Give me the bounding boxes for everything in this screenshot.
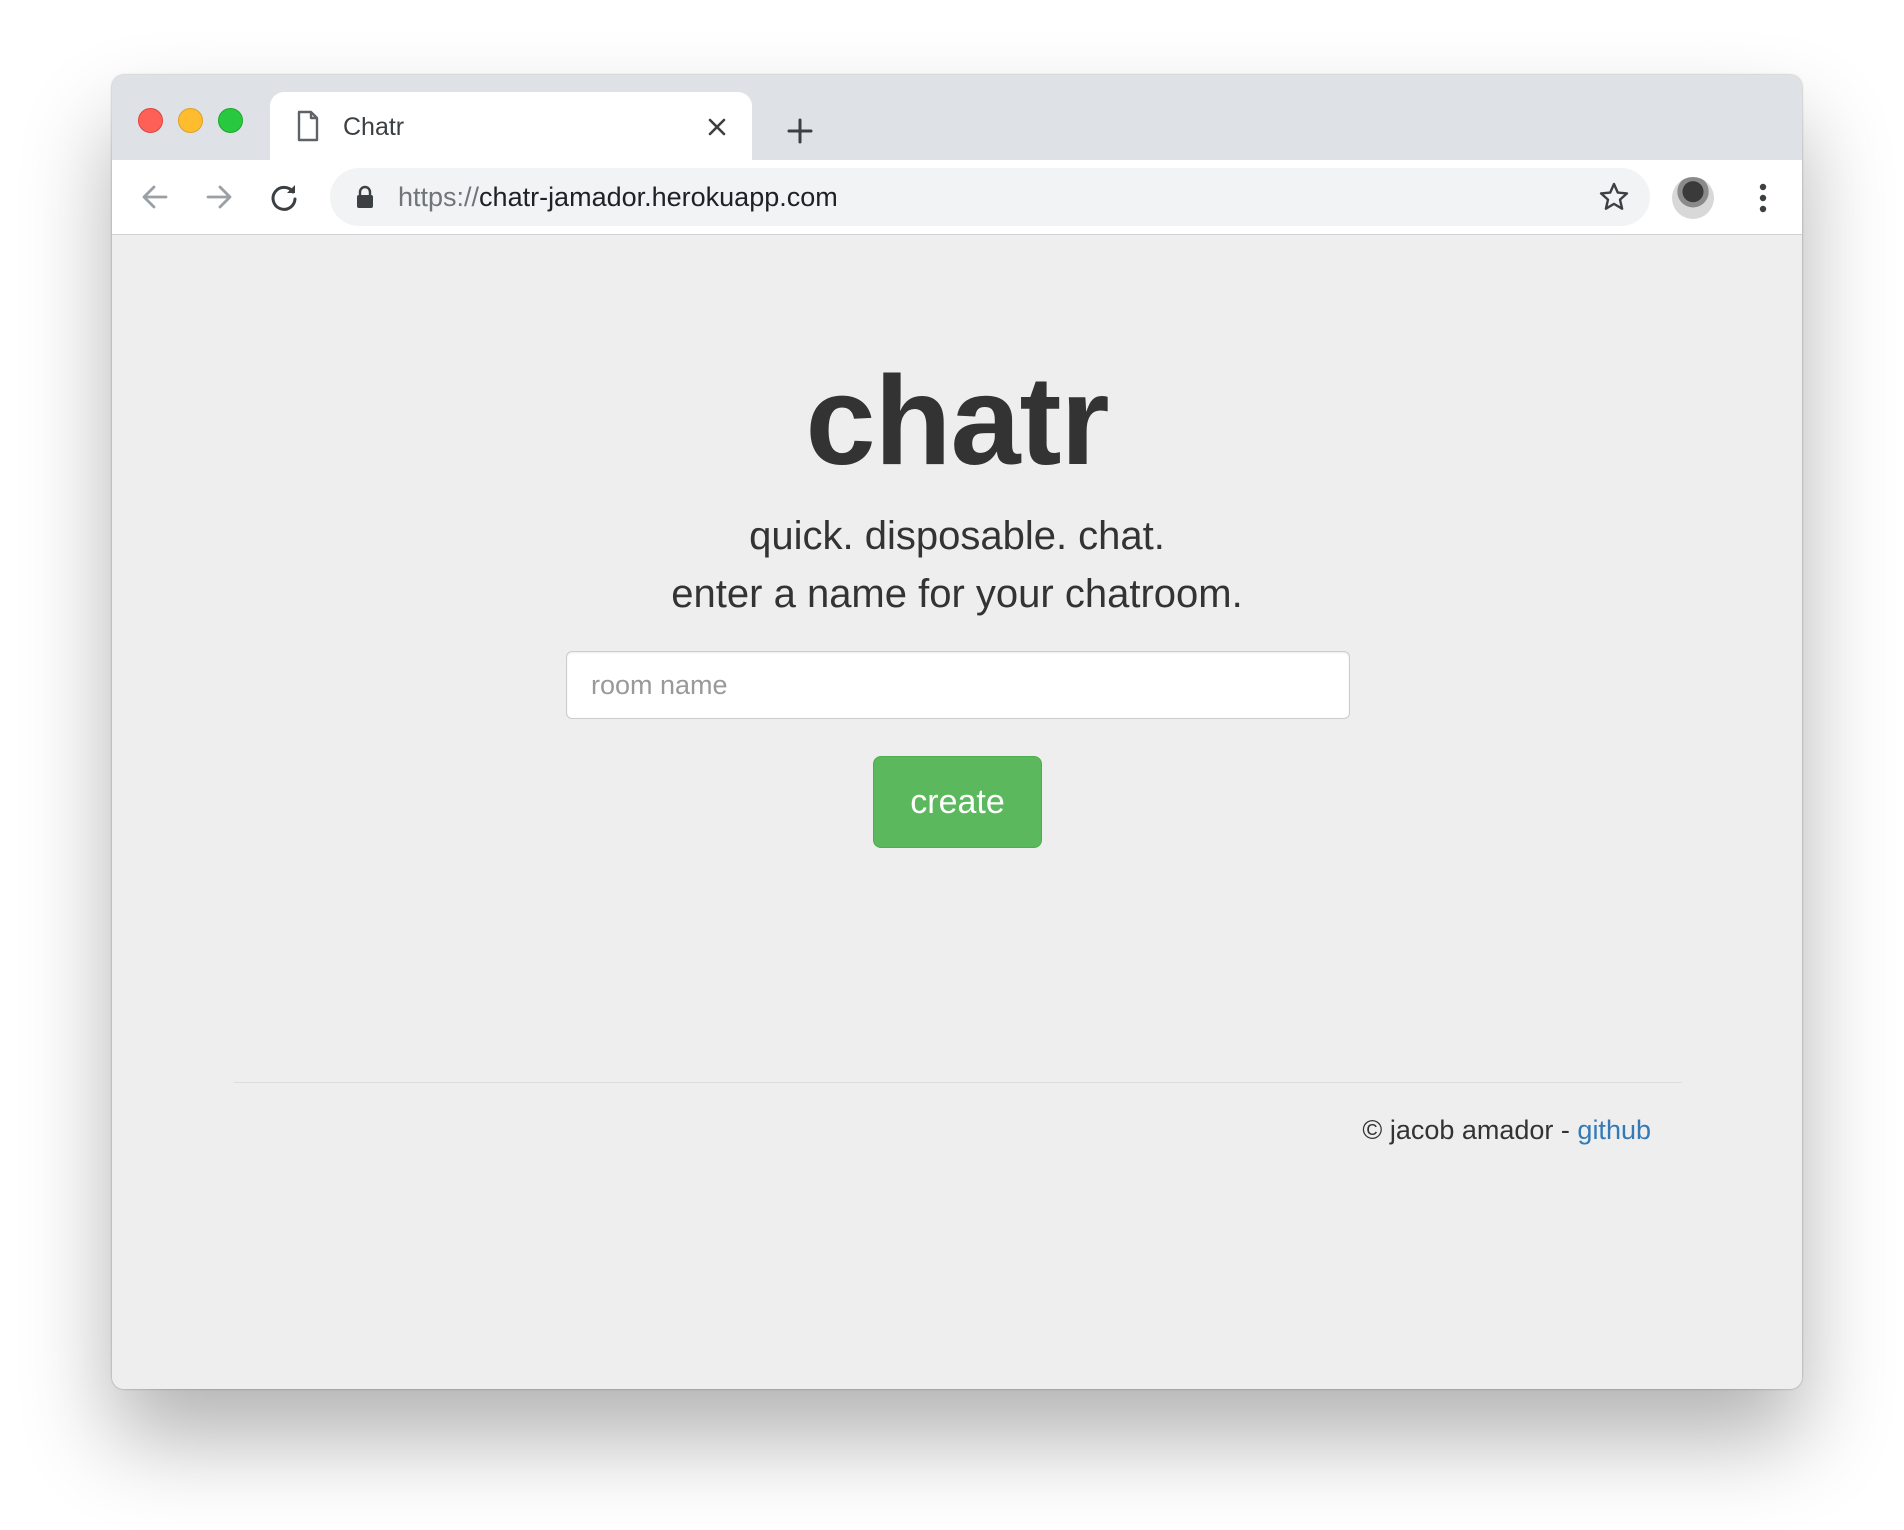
browser-window: Chatr https://chatr-jamador.herokuapp.co… (112, 75, 1802, 1389)
plus-icon[interactable] (780, 111, 820, 151)
arrow-left-icon[interactable] (130, 172, 180, 222)
page-title: chatr (805, 350, 1109, 491)
create-button[interactable]: create (873, 756, 1042, 848)
url-text: https://chatr-jamador.herokuapp.com (398, 182, 838, 212)
lock-icon (356, 185, 374, 209)
tagline: quick. disposable. chat. enter a name fo… (112, 507, 1802, 623)
maximize-window-button[interactable] (218, 108, 243, 133)
page-content: chatr quick. disposable. chat. enter a n… (112, 236, 1802, 1389)
reload-icon[interactable] (259, 172, 309, 222)
close-icon[interactable] (702, 112, 732, 142)
tab-strip: Chatr (112, 75, 1802, 160)
tab-title: Chatr (343, 113, 405, 141)
star-icon[interactable] (1598, 181, 1630, 213)
url-host: chatr-jamador.herokuapp.com (479, 182, 838, 212)
footer-divider (234, 1082, 1682, 1083)
avatar[interactable] (1672, 177, 1714, 219)
minimize-window-button[interactable] (178, 108, 203, 133)
kebab-menu-icon[interactable] (1748, 175, 1778, 221)
document-icon (296, 110, 320, 142)
url-scheme: https:// (398, 182, 480, 212)
footer-copyright: © jacob amador - (1362, 1115, 1578, 1145)
room-name-input[interactable] (566, 651, 1350, 719)
github-link[interactable]: github (1577, 1115, 1651, 1145)
browser-toolbar: https://chatr-jamador.herokuapp.com (112, 160, 1802, 235)
address-bar[interactable]: https://chatr-jamador.herokuapp.com (330, 168, 1650, 226)
close-window-button[interactable] (138, 108, 163, 133)
arrow-right-icon[interactable] (194, 172, 244, 222)
tagline-line-1: quick. disposable. chat. (749, 514, 1165, 558)
tab-chatr[interactable]: Chatr (270, 92, 752, 160)
tagline-line-2: enter a name for your chatroom. (671, 572, 1243, 616)
footer: © jacob amador - github (1362, 1113, 1651, 1147)
